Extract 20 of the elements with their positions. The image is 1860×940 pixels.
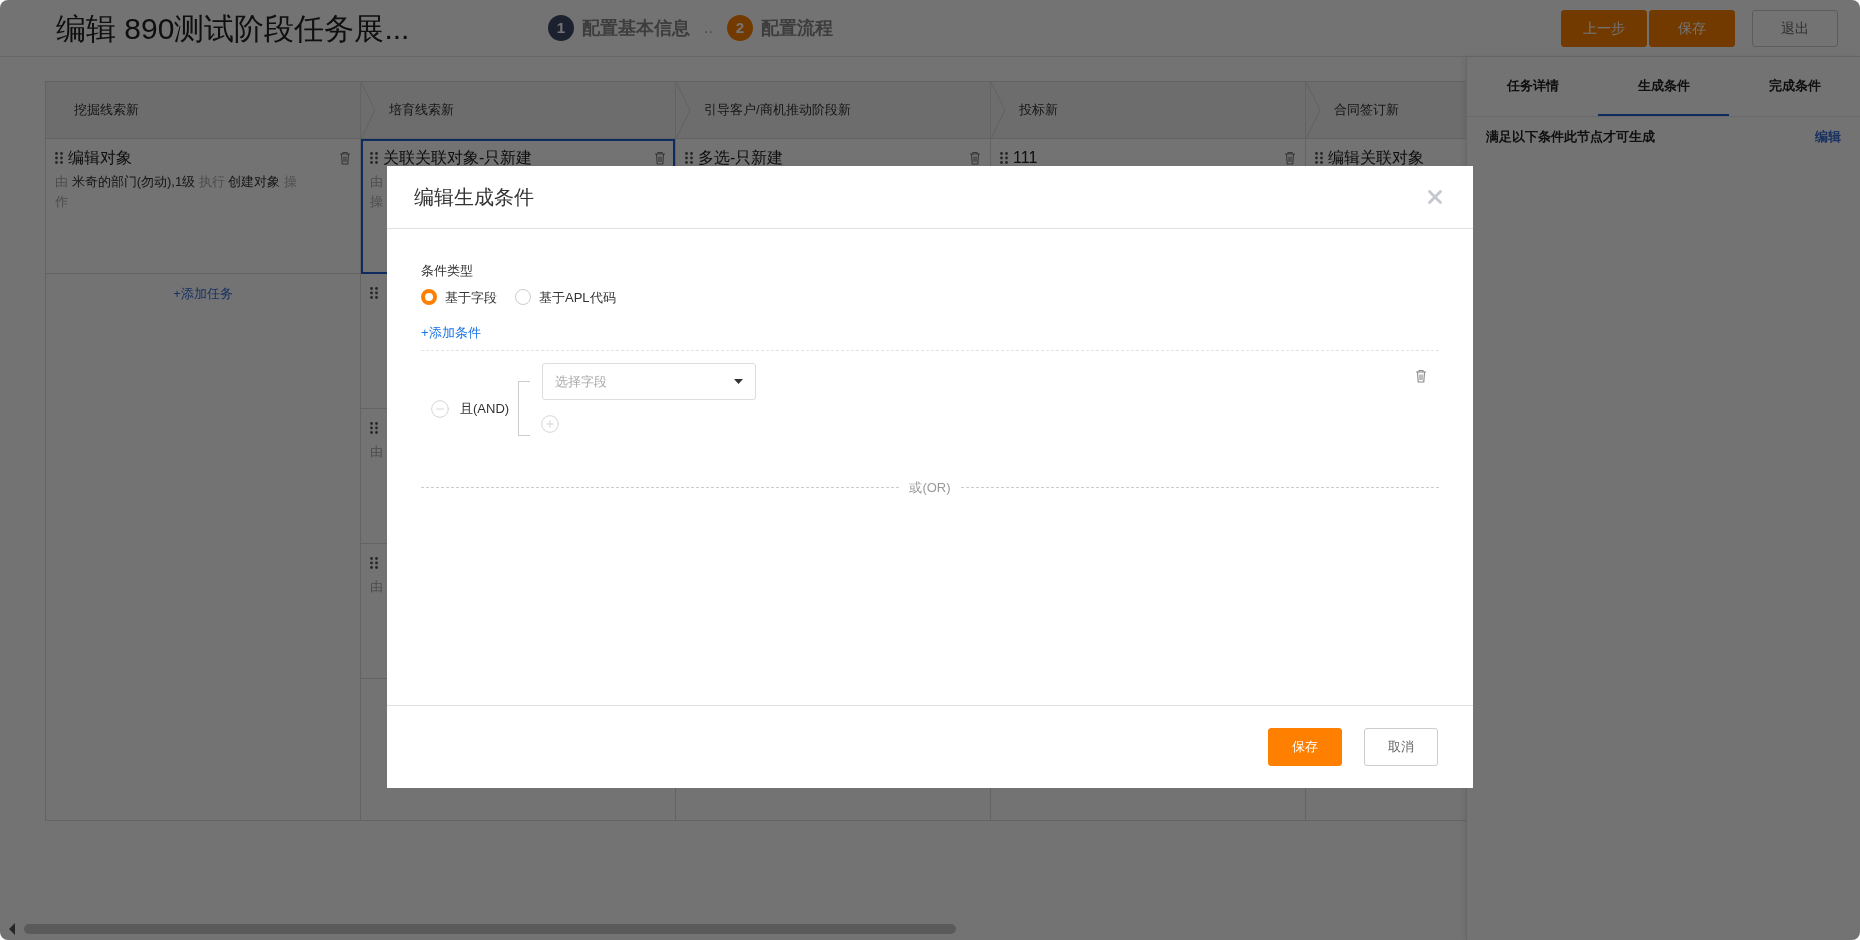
task-title: 编辑关联对象	[1328, 148, 1424, 168]
step-number: 2	[726, 15, 753, 41]
condition-note: 满足以下条件此节点才可生成	[1486, 128, 1655, 147]
placeholder-text: 选择字段	[555, 372, 608, 391]
page-title: 编辑 890测试阶段任务展...	[56, 10, 411, 47]
or-divider-label: 或(OR)	[909, 479, 951, 497]
stage-label: 挖掘线索新	[74, 101, 139, 120]
task-title: 关联关联对象-只新建	[383, 148, 533, 168]
field-label: 条件类型	[421, 262, 474, 280]
stage-label: 投标新	[1019, 101, 1058, 120]
stage-label: 引导客户/商机推动阶段新	[704, 101, 851, 120]
step-number: 1	[548, 15, 574, 41]
stage-label: 合同签订新	[1334, 101, 1399, 120]
modal-title: 编辑生成条件	[414, 185, 534, 210]
step-separator: ..	[704, 18, 713, 38]
operator-label: 且(AND)	[460, 399, 510, 418]
stage-label: 培育线索新	[389, 101, 454, 120]
task-title: 编辑对象	[68, 148, 132, 168]
task-title: 111	[1013, 148, 1038, 168]
task-title: 多选-只新建	[698, 148, 784, 168]
